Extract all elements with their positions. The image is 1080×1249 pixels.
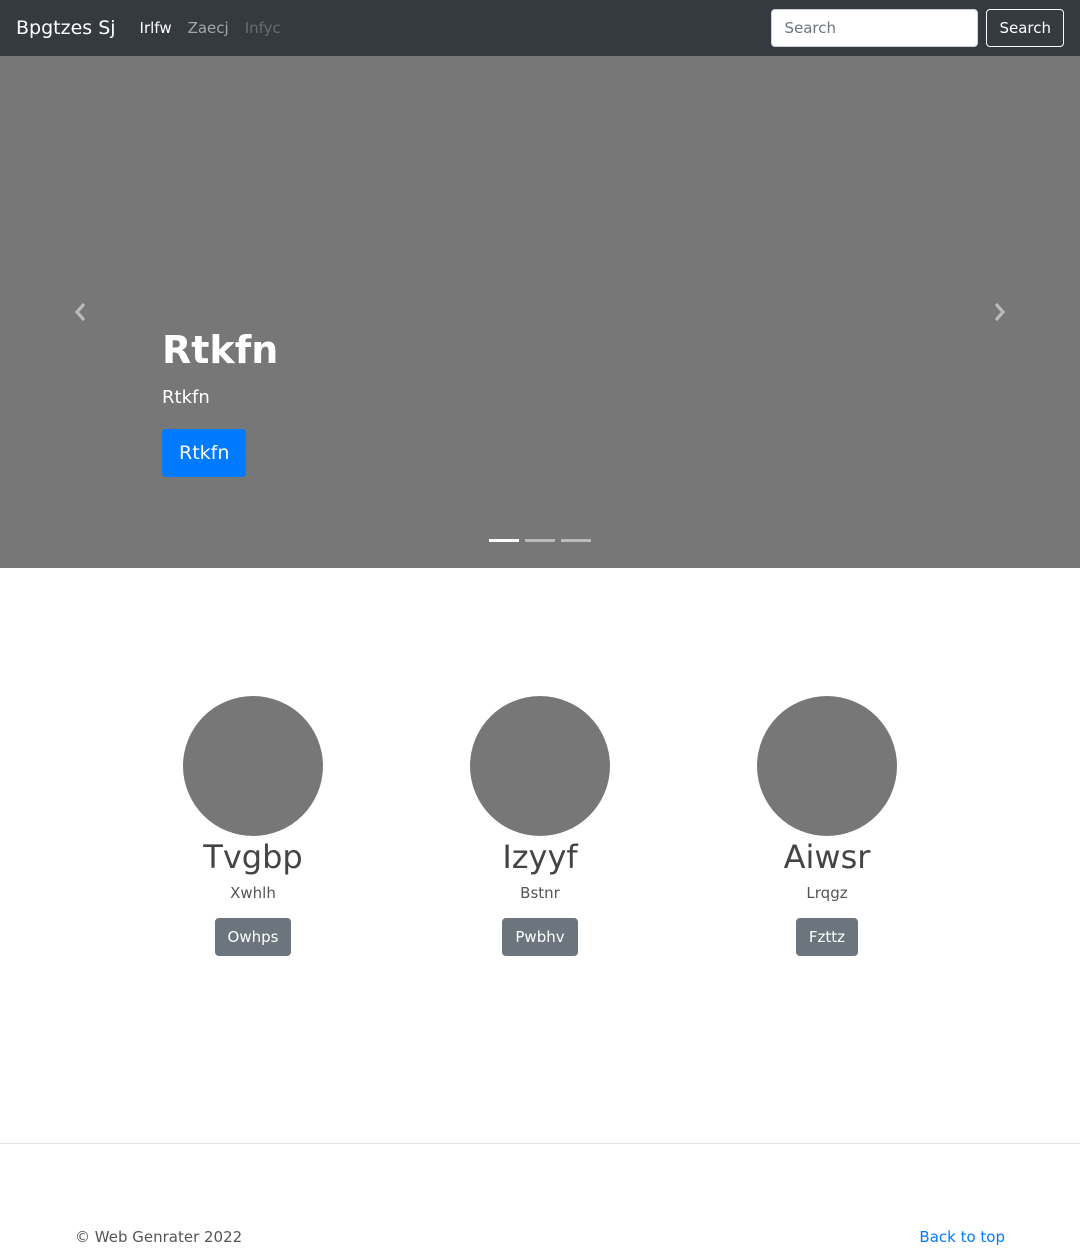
brand-link[interactable]: Bpgtzes Sj <box>16 17 116 39</box>
carousel-heading: Rtkfn <box>162 328 279 372</box>
back-to-top-link[interactable]: Back to top <box>919 1228 1005 1246</box>
marketing-column: Tvgbp Xwhlh Owhps <box>153 696 353 957</box>
search-form: Search <box>771 9 1064 47</box>
column-button[interactable]: Owhps <box>214 918 292 957</box>
column-button[interactable]: Fzttz <box>795 918 859 957</box>
carousel-indicator-1[interactable] <box>489 539 519 542</box>
carousel-indicator-2[interactable] <box>525 539 555 542</box>
carousel-cta-button[interactable]: Rtkfn <box>162 428 247 477</box>
placeholder-image <box>470 696 610 836</box>
placeholder-image <box>757 696 897 836</box>
hero-carousel: Rtkfn Rtkfn Rtkfn <box>0 56 1080 568</box>
chevron-left-icon <box>74 302 86 322</box>
search-button[interactable]: Search <box>986 9 1064 47</box>
carousel-indicators <box>0 539 1080 542</box>
search-input[interactable] <box>771 9 979 47</box>
marketing-column: Izyyf Bstnr Pwbhv <box>440 696 640 957</box>
placeholder-image <box>183 696 323 836</box>
nav-link-zaecj[interactable]: Zaecj <box>188 19 229 37</box>
column-button[interactable]: Pwbhv <box>502 918 578 957</box>
carousel-indicator-3[interactable] <box>561 539 591 542</box>
footer-divider <box>0 1143 1080 1144</box>
nav-links: Irlfw Zaecj Infyc <box>140 19 281 37</box>
column-heading: Izyyf <box>502 838 578 876</box>
column-heading: Aiwsr <box>783 838 871 876</box>
column-text: Bstnr <box>520 884 560 903</box>
marketing-column: Aiwsr Lrqgz Fzttz <box>727 696 927 957</box>
column-text: Lrqgz <box>806 884 848 903</box>
nav-link-infyc: Infyc <box>244 19 281 37</box>
carousel-caption: Rtkfn Rtkfn Rtkfn <box>162 328 278 477</box>
nav-link-irlfw[interactable]: Irlfw <box>140 19 172 37</box>
navbar: Bpgtzes Sj Irlfw Zaecj Infyc Search <box>0 0 1080 56</box>
carousel-prev-button[interactable] <box>0 56 162 568</box>
column-text: Xwhlh <box>230 884 276 903</box>
footer-copyright: © Web Genrater 2022 <box>75 1228 243 1246</box>
carousel-text: Rtkfn <box>162 386 210 408</box>
carousel-next-button[interactable] <box>918 56 1080 568</box>
chevron-right-icon <box>994 302 1006 322</box>
column-heading: Tvgbp <box>203 838 303 876</box>
